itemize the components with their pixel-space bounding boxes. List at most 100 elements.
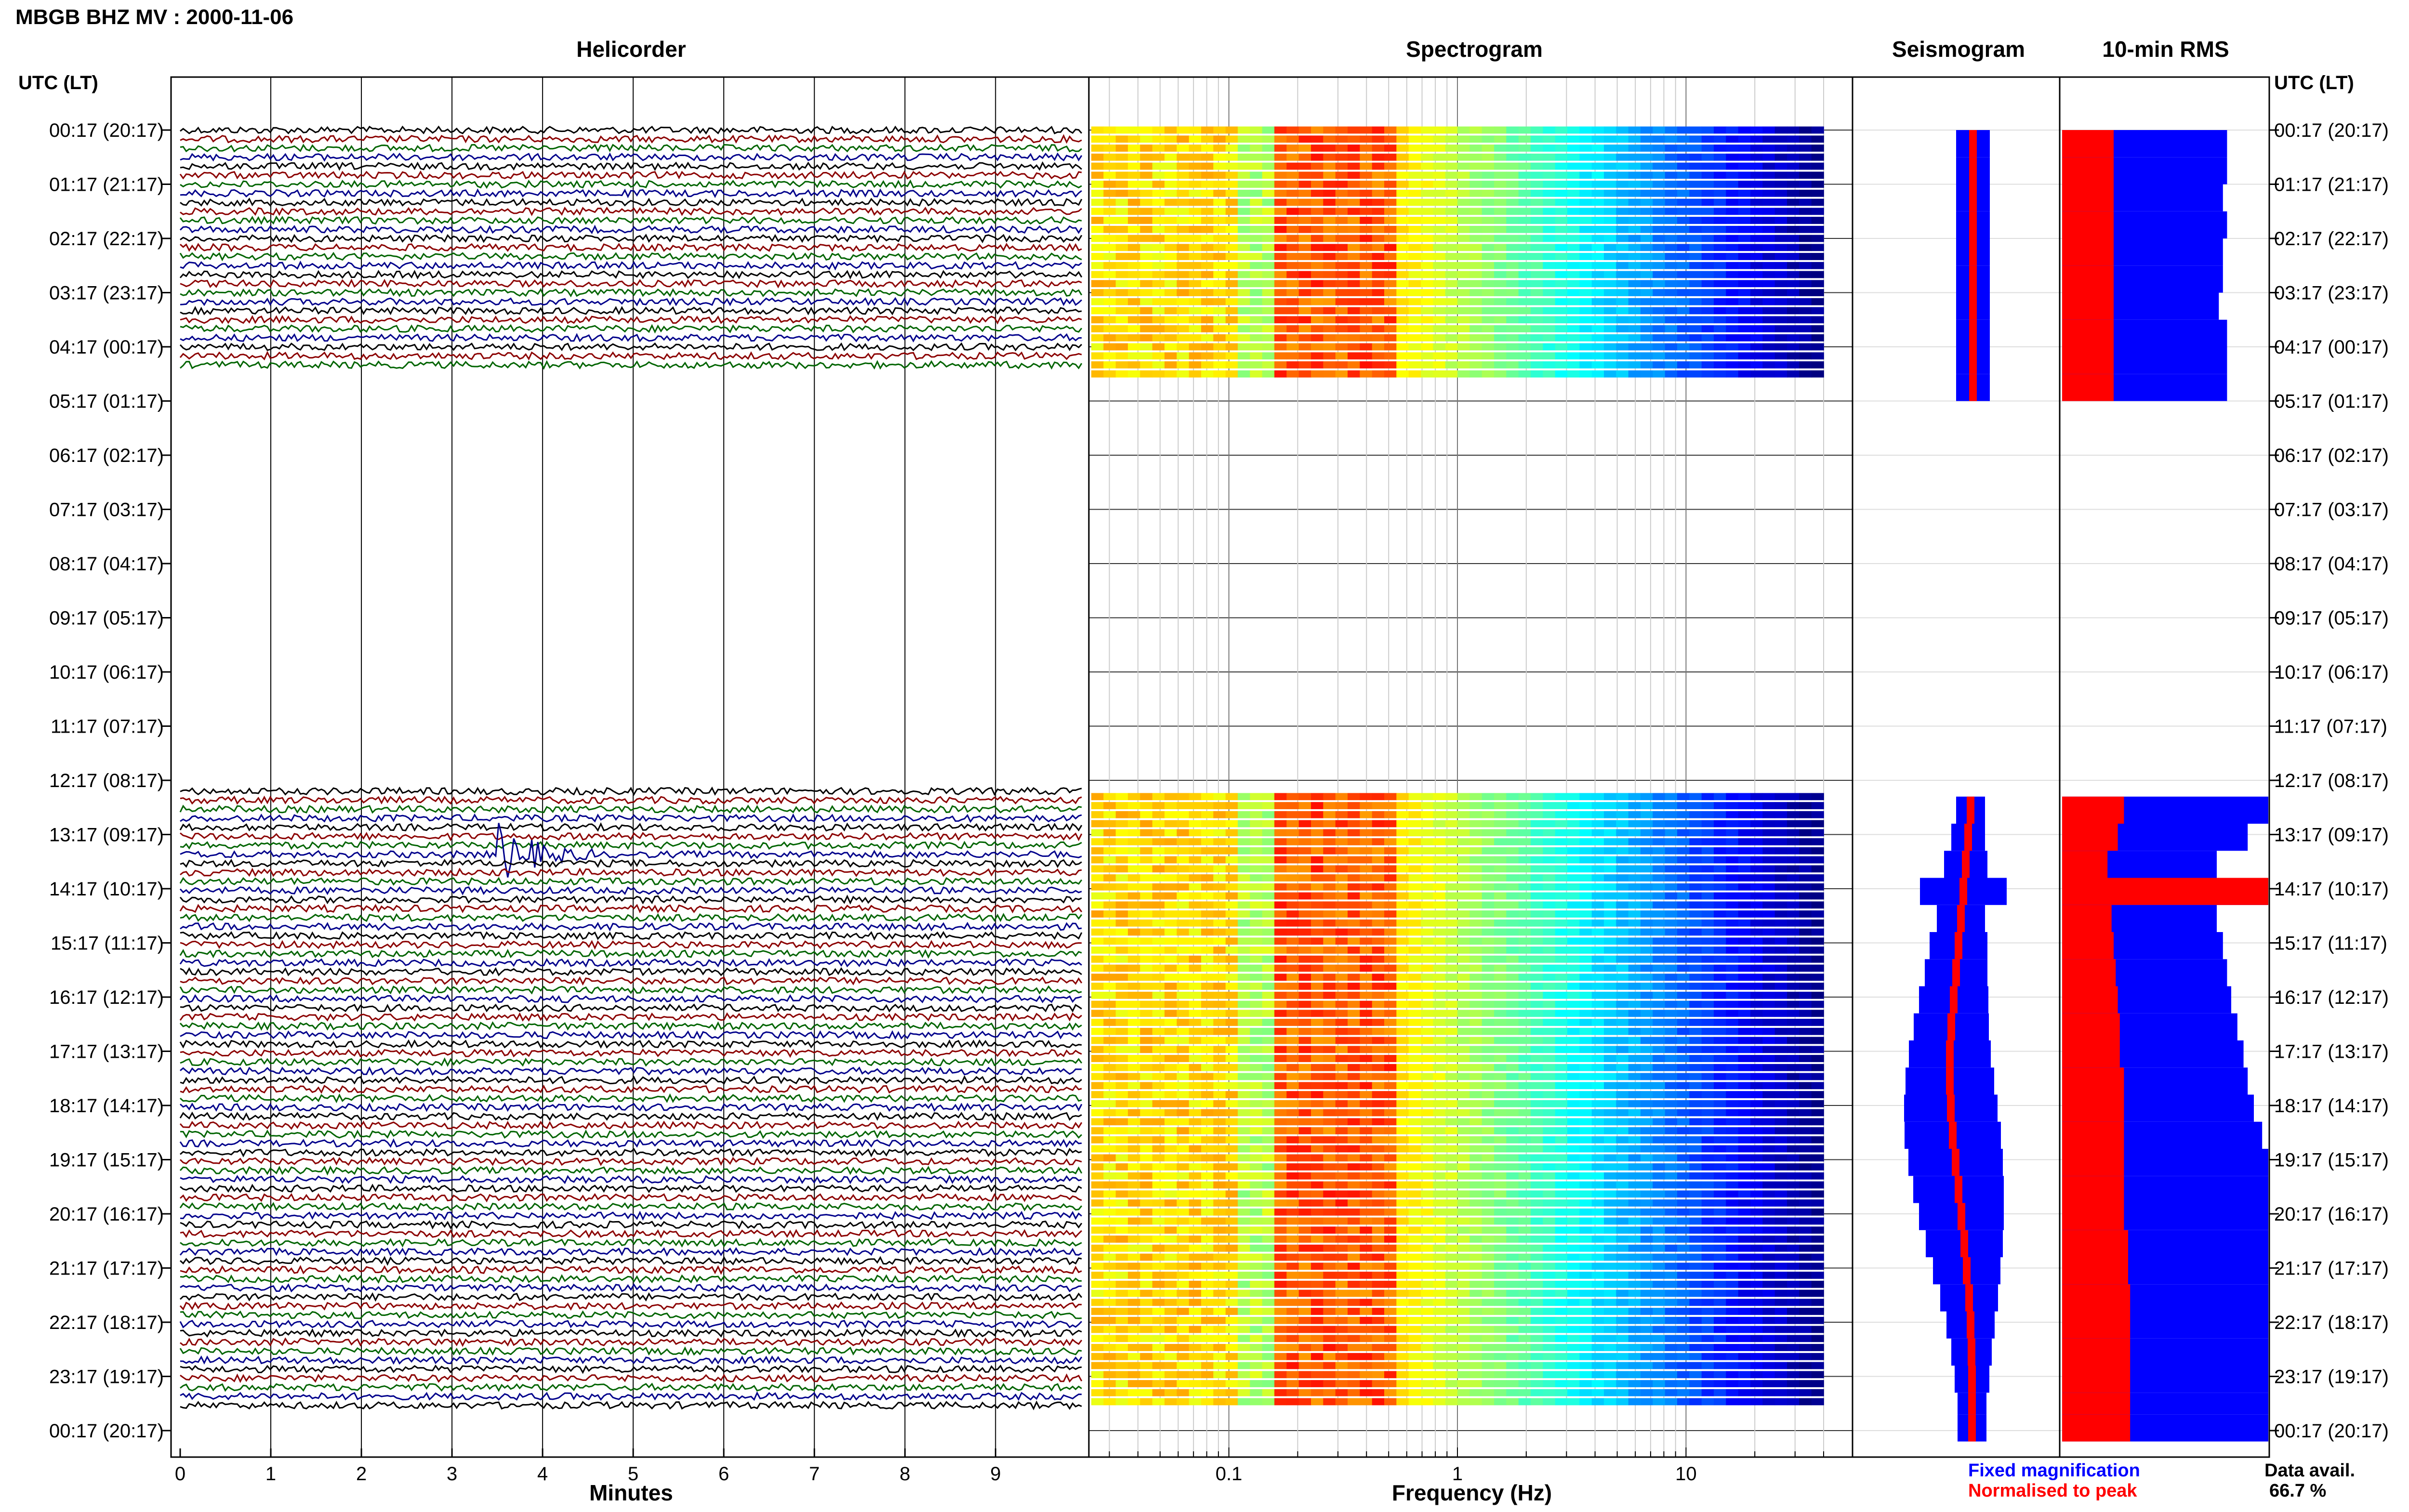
spectrogram-cell	[1567, 189, 1580, 197]
spectrogram-cell	[1689, 1199, 1702, 1207]
spectrogram-cell	[1726, 1109, 1739, 1117]
spectrogram-cell	[1774, 964, 1787, 972]
spectrogram-cell	[1616, 983, 1629, 990]
spectrogram-cell	[1726, 153, 1739, 161]
spectrogram-cell	[1750, 1127, 1763, 1134]
spectrogram-cell	[1372, 271, 1385, 278]
spectrogram-cell	[1091, 126, 1104, 134]
spectrogram-cell	[1189, 1100, 1202, 1107]
spectrogram-cell	[1177, 1073, 1190, 1080]
spectrogram-cell	[1738, 1100, 1751, 1107]
spectrogram-cell	[1811, 181, 1824, 188]
spectrogram-cell	[1311, 1127, 1324, 1134]
spectrogram-cell	[1567, 1136, 1580, 1144]
spectrogram-cell	[1177, 1127, 1190, 1134]
spectrogram-cell	[1165, 370, 1178, 378]
spectrogram-cell	[1469, 1010, 1482, 1017]
spectrogram-cell	[1653, 298, 1666, 305]
spectrogram-cell	[1372, 262, 1385, 269]
spectrogram-cell	[1384, 1109, 1397, 1117]
spectrogram-cell	[1653, 829, 1666, 837]
spectrogram-cell	[1201, 947, 1214, 954]
spectrogram-cell	[1421, 262, 1434, 269]
spectrogram-cell	[1787, 1190, 1800, 1198]
spectrogram-cell	[1469, 145, 1482, 152]
spectrogram-cell	[1189, 153, 1202, 161]
spectrogram-cell	[1152, 162, 1165, 170]
spectrogram-cell	[1750, 325, 1763, 332]
spectrogram-cell	[1348, 370, 1361, 378]
spectrogram-cell	[1616, 838, 1629, 845]
spectrogram-cell	[1628, 262, 1641, 269]
spectrogram-cell	[1286, 1064, 1299, 1071]
spectrogram-cell	[1714, 126, 1727, 134]
spectrogram-cell	[1591, 820, 1604, 828]
spectrogram-cell	[1323, 928, 1336, 936]
spectrogram-cell	[1103, 171, 1116, 179]
spectrogram-cell	[1811, 865, 1824, 873]
spectrogram-cell	[1152, 1109, 1165, 1117]
spectrogram-cell	[1396, 1145, 1409, 1153]
spectrogram-cell	[1201, 820, 1214, 828]
spectrogram-cell	[1165, 802, 1178, 809]
spectrogram-cell	[1396, 874, 1409, 881]
spectrogram-cell	[1787, 802, 1800, 809]
spectrogram-cell	[1152, 126, 1165, 134]
spectrogram-cell	[1177, 883, 1190, 891]
spectrogram-cell	[1213, 856, 1226, 864]
spectrogram-cell	[1396, 1055, 1409, 1062]
spectrogram-cell	[1140, 126, 1153, 134]
spectrogram-cell	[1518, 856, 1531, 864]
spectrogram-cell	[1262, 1027, 1275, 1035]
spectrogram-cell	[1628, 937, 1641, 945]
spectrogram-cell	[1091, 910, 1104, 918]
spectrogram-cell	[1494, 181, 1507, 188]
spectrogram-cell	[1298, 1027, 1311, 1035]
spectrogram-cell	[1616, 847, 1629, 855]
spectrogram-cell	[1201, 928, 1214, 936]
spectrogram-cell	[1579, 874, 1592, 881]
spectrogram-cell	[1323, 1262, 1336, 1270]
spectrogram-cell	[1738, 126, 1751, 134]
spectrogram-cell	[1677, 838, 1690, 845]
spectrogram-cell	[1579, 181, 1592, 188]
spectrogram-cell	[1665, 1073, 1678, 1080]
spectrogram-cell	[1591, 1226, 1604, 1234]
spectrogram-cell	[1323, 1100, 1336, 1107]
spectrogram-cell	[1689, 947, 1702, 954]
spectrogram-cell	[1091, 1019, 1104, 1026]
spectrogram-cell	[1250, 1109, 1263, 1117]
spectrogram-cell	[1433, 370, 1446, 378]
spectrogram-cell	[1360, 1010, 1373, 1017]
spectrogram-cell	[1262, 928, 1275, 936]
spectrogram-cell	[1750, 964, 1763, 972]
spectrogram-cell	[1591, 901, 1604, 909]
spectrogram-cell	[1677, 919, 1690, 927]
spectrogram-cell	[1506, 1236, 1519, 1243]
spectrogram-cell	[1689, 1127, 1702, 1134]
spectrogram-cell	[1543, 1236, 1556, 1243]
spectrogram-cell	[1225, 1118, 1238, 1126]
spectrogram-cell	[1811, 1091, 1824, 1098]
spectrogram-cell	[1091, 1217, 1104, 1225]
spectrogram-cell	[1396, 208, 1409, 215]
spectrogram-cell	[1140, 1217, 1153, 1225]
spectrogram-cell	[1738, 1082, 1751, 1090]
spectrogram-cell	[1323, 1244, 1336, 1252]
spectrogram-cell	[1225, 171, 1238, 179]
spectrogram-cell	[1628, 1027, 1641, 1035]
spectrogram-cell	[1152, 171, 1165, 179]
spectrogram-cell	[1506, 225, 1519, 233]
spectrogram-cell	[1689, 1073, 1702, 1080]
spectrogram-cell	[1091, 225, 1104, 233]
spectrogram-cell	[1628, 217, 1641, 224]
spectrogram-cell	[1604, 973, 1617, 981]
spectrogram-cell	[1433, 126, 1446, 134]
spectrogram-cell	[1286, 928, 1299, 936]
spectrogram-cell	[1421, 1262, 1434, 1270]
spectrogram-cell	[1555, 1019, 1568, 1026]
spectrogram-cell	[1750, 811, 1763, 818]
spectrogram-cell	[1579, 1163, 1592, 1170]
spectrogram-cell	[1506, 883, 1519, 891]
spectrogram-cell	[1286, 1118, 1299, 1126]
